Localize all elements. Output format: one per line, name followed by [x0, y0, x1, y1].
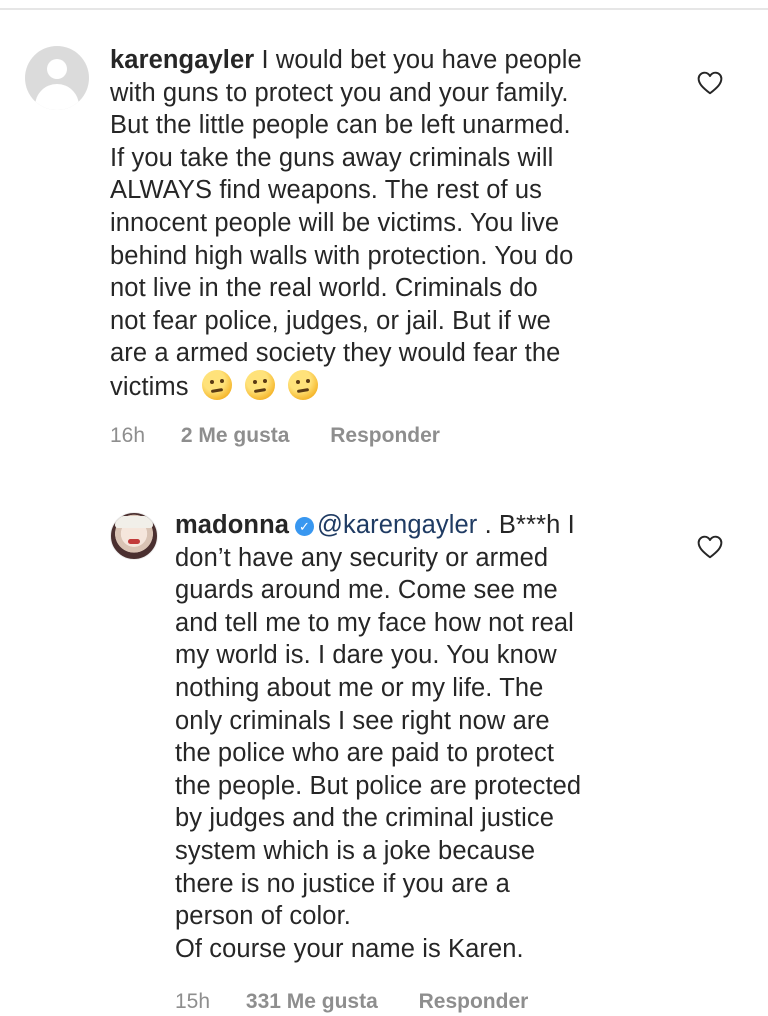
verified-badge-icon: ✓ [295, 517, 315, 536]
comment-text-line: there is no justice if you are a [175, 869, 510, 898]
thinking-face-emoji-icon [288, 369, 319, 400]
comment-text-line: ALWAYS find weapons. The rest of us [110, 176, 543, 205]
comment-text-line: But the little people can be left unarme… [110, 111, 571, 140]
mention-link[interactable]: @karengayler [317, 511, 477, 539]
comment-text-line: behind high walls with protection. You d… [110, 241, 574, 270]
comment-text-line: not fear police, judges, or jail. But if… [110, 306, 551, 335]
avatar[interactable] [110, 512, 158, 560]
comment-username[interactable]: karengayler [110, 46, 254, 74]
comment-text-line: guards around me. Come see me [175, 576, 558, 605]
comment-username[interactable]: madonna [175, 511, 289, 539]
comment-meta: 15h 331 Me gusta Responder [175, 990, 528, 1014]
comment-text-line: nothing about me or my life. The [175, 673, 544, 702]
thinking-face-emoji-icon [201, 369, 232, 400]
reply-button[interactable]: Responder [330, 424, 440, 448]
comment-text-line: If you take the guns away criminals will [110, 143, 554, 172]
comment-text-line: innocent people will be victims. You liv… [110, 208, 560, 237]
comment-timestamp: 16h [110, 424, 146, 447]
comment-timestamp: 15h [175, 990, 211, 1013]
comment-text-line: victims [110, 372, 189, 401]
comment-text: karengayler I would bet you have people … [110, 44, 582, 404]
comment-text-line: person of color. [175, 902, 351, 931]
thinking-face-emoji-icon [244, 369, 275, 400]
comment-meta: 16h 2 Me gusta Responder [110, 424, 440, 448]
comment-text-line: system which is a joke because [175, 836, 536, 865]
comment-text-line: are a armed society they would fear the [110, 339, 561, 368]
heart-outline-icon[interactable] [697, 535, 723, 559]
comment-text-line: and tell me to my face how not real [175, 608, 574, 637]
reply-button[interactable]: Responder [419, 990, 529, 1014]
avatar-lips-shape [128, 539, 140, 544]
comment-text-line: I would bet you have people [261, 46, 582, 74]
comment-text-line: don’t have any security or armed [175, 543, 549, 572]
comment-text-line: Of course your name is Karen. [175, 934, 524, 963]
comment-text-line: by judges and the criminal justice [175, 804, 555, 833]
comment-text-line: not live in the real world. Criminals do [110, 274, 538, 303]
reply-text: madonna ✓ @karengayler . B***h I don’t hav… [175, 509, 581, 965]
heart-outline-icon[interactable] [697, 71, 723, 95]
avatar-shoulders-shape [35, 84, 79, 110]
comment-text-line: the police who are paid to protect [175, 739, 555, 768]
avatar[interactable] [25, 46, 89, 110]
divider [0, 8, 768, 10]
avatar-head-shape [47, 59, 67, 79]
avatar-hair-shape [115, 516, 153, 528]
comment-text-line: with guns to protect you and your family… [110, 78, 569, 107]
comment-text-line: my world is. I dare you. You know [175, 641, 557, 670]
comment-text-line: . B***h I [484, 511, 575, 539]
comment-text-line: the people. But police are protected [175, 771, 582, 800]
comment-text-line: only criminals I see right now are [175, 706, 550, 735]
comment-likes[interactable]: 331 Me gusta [246, 990, 378, 1014]
comment-likes[interactable]: 2 Me gusta [181, 424, 290, 448]
